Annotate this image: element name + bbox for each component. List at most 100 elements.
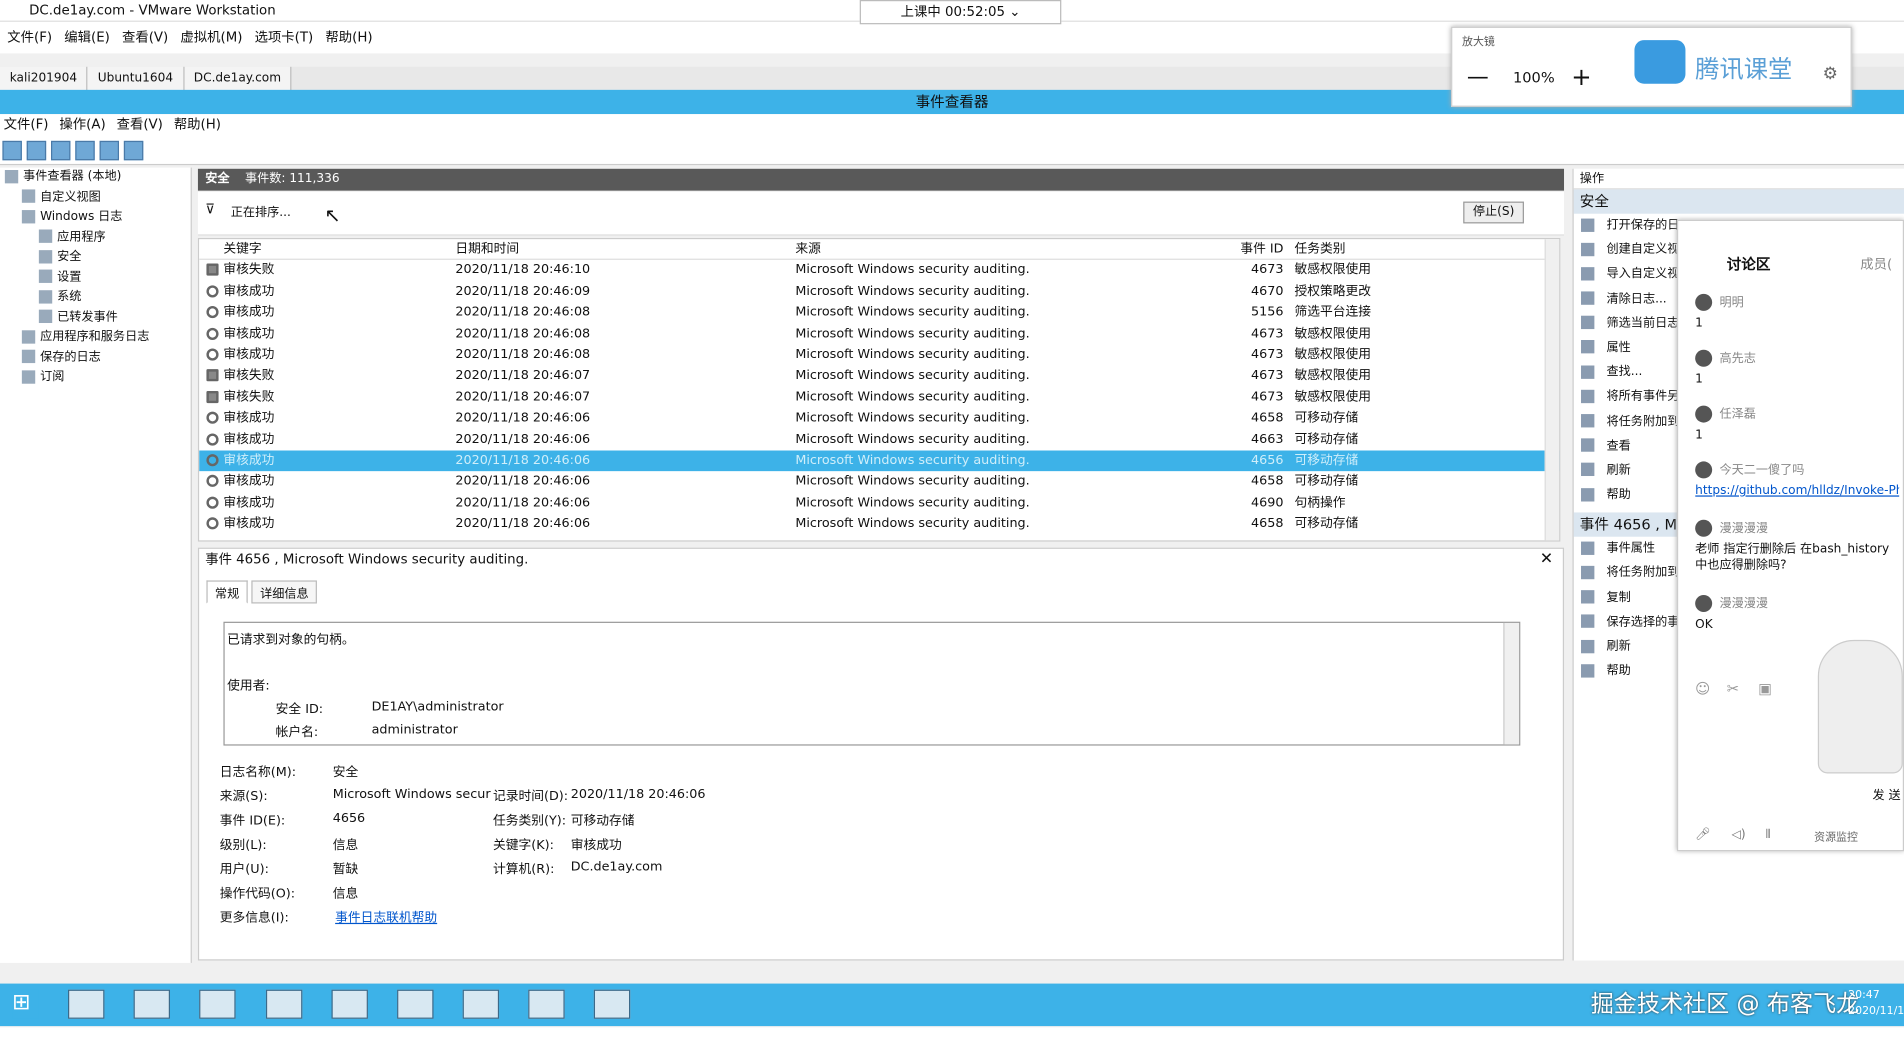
zoom-out-button[interactable]: — — [1467, 64, 1489, 90]
column-header[interactable]: 事件 ID — [1171, 239, 1283, 260]
table-scrollbar[interactable] — [1544, 239, 1560, 541]
cell: 2020/11/18 20:46:07 — [455, 389, 591, 405]
table-row[interactable]: 审核失败 2020/11/18 20:46:10 Microsoft Windows… — [199, 260, 1559, 281]
event-message-box[interactable]: 已请求到对象的句柄。 使用者: 安全 ID: DE1AY\administrat… — [223, 621, 1521, 746]
table-row[interactable]: 审核成功 2020/11/18 20:46:09 Microsoft Windows… — [199, 281, 1559, 302]
tree-node[interactable]: 已转发事件 — [0, 308, 191, 328]
cell: 4658 — [1251, 516, 1284, 531]
vm-menu-item[interactable]: 帮助(H) — [325, 29, 372, 45]
table-row[interactable]: 审核成功 2020/11/18 20:46:08 Microsoft Windows… — [199, 345, 1559, 366]
vm-menu-item[interactable]: 查看(V) — [122, 29, 168, 45]
members-tab[interactable]: 成员( — [1860, 254, 1892, 273]
column-header[interactable]: 来源 — [795, 239, 1232, 260]
table-row[interactable]: 审核失败 2020/11/18 20:46:07 Microsoft Windows… — [199, 387, 1559, 408]
tree-node[interactable]: 设置 — [0, 268, 191, 288]
microphone-icon[interactable]: 🎤︎ — [1695, 828, 1710, 841]
vm-tab[interactable]: Ubuntu1604 — [88, 66, 185, 92]
cell: Microsoft Windows security auditing. — [795, 431, 1030, 447]
table-row[interactable]: 审核成功 2020/11/18 20:46:06 Microsoft Windows… — [199, 450, 1560, 472]
vm-menu-item[interactable]: 编辑(E) — [64, 29, 110, 45]
tab-general[interactable]: 常规 — [206, 580, 248, 604]
column-header[interactable]: 日期和时间 — [455, 239, 783, 260]
vm-tab[interactable]: kali201904 — [0, 66, 89, 92]
event-viewer-toolbar — [0, 136, 1904, 166]
gear-icon[interactable]: ⚙ — [1823, 64, 1838, 83]
log-header: 安全 事件数: 111,336 — [197, 168, 1565, 191]
resource-monitor[interactable]: 资源监控 — [1814, 828, 1858, 844]
taskbar-server-manager-icon[interactable] — [68, 989, 105, 1019]
detail-more-v[interactable]: 事件日志联机帮助 — [335, 908, 437, 926]
tree-node[interactable]: 应用程序和服务日志 — [0, 328, 191, 348]
cell: Microsoft Windows security auditing. — [795, 495, 1030, 510]
chat-message: 1 — [1695, 372, 1703, 387]
tree-node[interactable]: 应用程序 — [0, 228, 191, 248]
help-icon[interactable] — [99, 140, 120, 161]
scissors-icon[interactable]: ✂ — [1727, 680, 1739, 697]
vm-menu-item[interactable]: 文件(F) — [7, 29, 52, 45]
taskbar-tools-icon[interactable] — [331, 989, 368, 1019]
action-icon — [1581, 614, 1595, 629]
detail-more-l: 更多信息(I): — [219, 910, 289, 926]
taskbar-app-icon[interactable] — [594, 989, 631, 1019]
cell: 审核失败 — [223, 262, 275, 278]
mouse-cursor-icon: ↖ — [324, 204, 341, 228]
cell: 审核成功 — [223, 495, 275, 510]
tree-node[interactable]: 订阅 — [0, 368, 191, 388]
image-icon[interactable]: ▣ — [1758, 680, 1772, 697]
vm-menu-item[interactable]: 选项卡(T) — [255, 29, 314, 45]
vm-tab[interactable]: DC.de1ay.com — [184, 66, 292, 92]
column-header[interactable]: 关键字 — [223, 239, 442, 260]
ev-menu-item[interactable]: 文件(F) — [4, 117, 49, 133]
table-row[interactable]: 审核失败 2020/11/18 20:46:07 Microsoft Windows… — [199, 366, 1559, 387]
stats-icon[interactable]: ⫴ — [1766, 828, 1771, 841]
console-tree-icon[interactable] — [75, 140, 95, 161]
taskbar-cmd-icon[interactable] — [462, 989, 500, 1019]
ev-menu-item[interactable]: 操作(A) — [59, 117, 105, 133]
detail-level-l: 级别(L): — [219, 837, 267, 853]
up-icon[interactable] — [51, 140, 71, 161]
taskbar-ie-icon[interactable] — [265, 989, 302, 1019]
zoom-in-button[interactable]: + — [1571, 62, 1591, 91]
tree-node[interactable]: 保存的日志 — [0, 348, 191, 368]
speaker-icon[interactable]: ◁) — [1732, 828, 1746, 841]
back-icon[interactable] — [2, 140, 22, 161]
taskbar-explorer-icon[interactable] — [199, 989, 237, 1019]
cell: 敏感权限使用 — [1294, 326, 1371, 341]
ev-menu-item[interactable]: 帮助(H) — [174, 117, 221, 133]
send-button[interactable]: 发 送 — [1872, 784, 1900, 802]
chat-user: 漫漫漫漫 — [1695, 593, 1768, 613]
taskbar-computer-icon[interactable] — [396, 989, 434, 1019]
taskbar-powershell-icon[interactable] — [133, 989, 171, 1019]
cell: 2020/11/18 20:46:09 — [455, 283, 591, 299]
table-row[interactable]: 审核成功 2020/11/18 20:46:06 Microsoft Windows… — [199, 472, 1559, 493]
cell: 可移动存储 — [1294, 473, 1359, 489]
tree-node[interactable]: 自定义视图 — [0, 188, 191, 208]
tree-node[interactable]: 安全 — [0, 248, 191, 268]
tree-node-label: 应用程序 — [57, 230, 106, 244]
tree-node[interactable]: 系统 — [0, 288, 191, 308]
emoji-icon[interactable]: ☺ — [1695, 680, 1710, 697]
stop-button[interactable]: 停止(S) — [1463, 201, 1524, 224]
table-row[interactable]: 审核成功 2020/11/18 20:46:08 Microsoft Windows… — [199, 324, 1559, 345]
class-timer[interactable]: 上课中 00:52:05 ⌄ — [859, 0, 1062, 25]
message-scrollbar[interactable] — [1503, 622, 1520, 745]
taskbar-event-viewer-icon[interactable] — [528, 989, 565, 1019]
cell: Microsoft Windows security auditing. — [795, 473, 1030, 489]
tree-node[interactable]: Windows 日志 — [0, 208, 191, 228]
table-row[interactable]: 审核成功 2020/11/18 20:46:06 Microsoft Windows… — [199, 429, 1559, 450]
close-icon[interactable]: ✕ — [1540, 550, 1553, 568]
column-header[interactable]: 任务类别 — [1294, 239, 1537, 260]
table-row[interactable]: 审核成功 2020/11/18 20:46:06 Microsoft Windows… — [199, 408, 1559, 429]
detail-source-l: 来源(S): — [219, 789, 268, 804]
forward-icon[interactable] — [26, 140, 47, 161]
table-row[interactable]: 审核成功 2020/11/18 20:46:08 Microsoft Windows… — [199, 303, 1559, 324]
table-row[interactable]: 审核成功 2020/11/18 20:46:06 Microsoft Windows… — [199, 493, 1559, 514]
action-pane-icon[interactable] — [123, 140, 144, 161]
tab-details[interactable]: 详细信息 — [251, 580, 318, 604]
tree-node[interactable]: 事件查看器 (本地) — [0, 168, 191, 188]
cell: 4658 — [1251, 473, 1284, 489]
vm-menu-item[interactable]: 虚拟机(M) — [180, 29, 242, 45]
table-row[interactable]: 审核成功 2020/11/18 20:46:06 Microsoft Windows… — [199, 514, 1559, 535]
ev-menu-item[interactable]: 查看(V) — [117, 117, 163, 133]
windows-start-icon[interactable]: ⊞ — [12, 989, 39, 1019]
